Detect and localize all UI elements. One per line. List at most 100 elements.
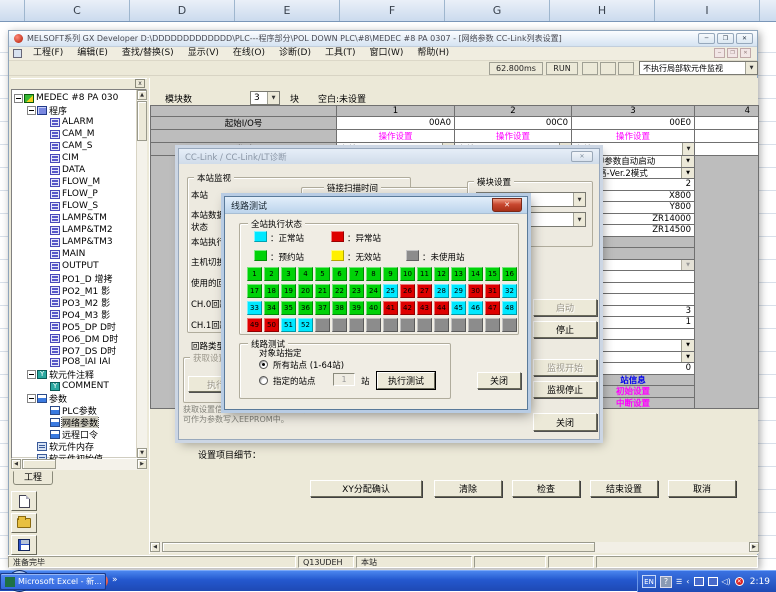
tree-expand-icon[interactable] (27, 106, 36, 115)
tree-item[interactable]: PO5_DP D时 (12, 320, 134, 332)
tree-item[interactable]: 软元件注释 (12, 368, 134, 380)
tree-hscroll-thumb[interactable] (22, 459, 56, 469)
project-tab[interactable]: 工程 (13, 471, 53, 485)
tree-scroll-thumb[interactable] (137, 101, 147, 141)
tree-expand-icon[interactable] (27, 442, 36, 451)
close-icon[interactable]: ✕ (571, 151, 593, 162)
tree-expand-icon[interactable] (27, 370, 36, 379)
tree-expand-icon[interactable] (40, 418, 49, 427)
quicklaunch-overflow-chevron[interactable]: » (112, 575, 118, 585)
link-start-button[interactable]: 启动 (533, 299, 597, 316)
chevron-down-icon[interactable]: ▼ (267, 92, 279, 104)
ime-help-icon[interactable]: ? (660, 576, 672, 588)
tree-expand-icon[interactable] (40, 118, 49, 127)
tree-expand-icon[interactable] (40, 430, 49, 439)
xy-assign-confirm-button[interactable]: XY分配确认 (310, 480, 422, 497)
menu-item[interactable]: 工具(T) (318, 47, 363, 60)
window-titlebar[interactable]: MELSOFT系列 GX Developer D:\DDDDDDDDDDDDD\… (9, 31, 757, 47)
new-project-button[interactable] (11, 491, 37, 511)
tree-item[interactable]: PO4_M3 影 (12, 308, 134, 320)
cancel-button[interactable]: 取消 (668, 480, 736, 497)
monitor-start-button[interactable]: 监视开始 (533, 359, 597, 376)
tree-close-icon[interactable]: x (135, 79, 145, 88)
tree-item[interactable]: MEDEC #8 PA 030 (12, 92, 134, 104)
menu-item[interactable]: 诊断(D) (272, 47, 318, 60)
operation-link-2[interactable]: 操作设置 (455, 130, 572, 143)
tree-item[interactable]: PO6_DM D时 (12, 332, 134, 344)
restore-button[interactable]: ❐ (717, 33, 734, 44)
tree-item[interactable]: COMMENT (12, 380, 134, 392)
scroll-right-icon[interactable]: ▶ (749, 542, 759, 552)
tree-item[interactable]: 远程口令 (12, 428, 134, 440)
tree-expand-icon[interactable] (40, 178, 49, 187)
scroll-right-icon[interactable]: ▶ (137, 459, 147, 469)
tree-item[interactable]: FLOW_S (12, 200, 134, 212)
tree-expand-icon[interactable] (40, 142, 49, 151)
collapse-chevron-icon[interactable]: ‹ (686, 577, 689, 586)
menu-item[interactable]: 查找/替换(S) (115, 47, 181, 60)
menu-item[interactable]: 窗口(W) (362, 47, 410, 60)
tree-item[interactable]: FLOW_P (12, 188, 134, 200)
tree-expand-icon[interactable] (40, 262, 49, 271)
execute-test-button[interactable]: 执行测试 (377, 372, 435, 389)
scroll-up-icon[interactable]: ▲ (137, 90, 147, 100)
tree-expand-icon[interactable] (40, 130, 49, 139)
tree-expand-icon[interactable] (40, 346, 49, 355)
tree-expand-icon[interactable] (40, 358, 49, 367)
tree-item[interactable]: 软元件内存 (12, 440, 134, 452)
tree-item[interactable]: PO3_M2 影 (12, 296, 134, 308)
alert-tray-icon[interactable]: ✕ (735, 577, 744, 586)
tree-item[interactable]: PO8_IAI IAI (12, 356, 134, 368)
menu-item[interactable]: 工程(F) (26, 47, 70, 60)
tree-item[interactable]: LAMP&TM3 (12, 236, 134, 248)
tree-item[interactable]: LAMP&TM (12, 212, 134, 224)
mdi-restore-button[interactable]: ❐ (727, 48, 738, 58)
menu-item[interactable]: 编辑(E) (70, 47, 115, 60)
tree-expand-icon[interactable] (40, 322, 49, 331)
dialog-titlebar[interactable]: CC-Link / CC-Link/LT诊断 ✕ (179, 149, 599, 164)
start-io-cell-3[interactable]: 00E0 (572, 117, 695, 130)
tree-expand-icon[interactable] (40, 286, 49, 295)
tree-expand-icon[interactable] (40, 250, 49, 259)
language-indicator[interactable]: EN (642, 575, 656, 588)
network-icon[interactable] (708, 577, 718, 586)
operation-cell-4[interactable] (695, 130, 759, 143)
tree-expand-icon[interactable] (40, 334, 49, 343)
volume-icon[interactable]: ◁) (722, 577, 731, 586)
tree-item[interactable]: 程序 (12, 104, 134, 116)
module-count-dropdown[interactable]: 3 ▼ (250, 91, 280, 105)
chevron-down-icon[interactable]: ▼ (573, 193, 585, 206)
chevron-down-icon[interactable]: ▼ (573, 213, 585, 226)
tree-expand-icon[interactable] (40, 154, 49, 163)
tree-expand-icon[interactable] (40, 226, 49, 235)
tree-expand-icon[interactable] (40, 274, 49, 283)
mdi-minimize-button[interactable]: ─ (714, 48, 725, 58)
link-stop-button[interactable]: 停止 (533, 321, 597, 338)
menu-item[interactable]: 显示(V) (181, 47, 226, 60)
tree-expand-icon[interactable] (40, 190, 49, 199)
start-io-cell-4[interactable] (695, 117, 759, 130)
open-project-button[interactable] (11, 513, 37, 533)
tree-item[interactable]: PO1_D 增拷 (12, 272, 134, 284)
tree-panel-header[interactable]: x (11, 78, 147, 88)
tree-expand-icon[interactable] (40, 406, 49, 415)
tree-expand-icon[interactable] (27, 394, 36, 403)
tree-item[interactable]: FLOW_M (12, 176, 134, 188)
linetest-close-button[interactable]: 关闭 (477, 372, 521, 389)
minimize-button[interactable]: ─ (698, 33, 715, 44)
main-horizontal-scrollbar[interactable]: ◀ ▶ (150, 542, 759, 553)
tree-item[interactable]: CAM_S (12, 140, 134, 152)
tree-item[interactable]: MAIN (12, 248, 134, 260)
dialog-titlebar[interactable]: 线路测试 ✕ (225, 197, 527, 214)
tree-vertical-scrollbar[interactable]: ▲ ▼ (136, 90, 147, 458)
tree-expand-icon[interactable] (40, 382, 49, 391)
tree-item[interactable]: LAMP&TM2 (12, 224, 134, 236)
keyboard-icon[interactable]: ☰ (676, 578, 682, 586)
chevron-down-icon[interactable]: ▼ (745, 62, 757, 74)
scroll-down-icon[interactable]: ▼ (137, 448, 147, 458)
tree-item[interactable]: 参数 (12, 392, 134, 404)
menu-item[interactable]: 在线(O) (226, 47, 272, 60)
task-button[interactable]: Microsoft Excel - 新... (0, 573, 106, 590)
start-io-cell-1[interactable]: 00A0 (337, 117, 455, 130)
operation-link-3[interactable]: 操作设置 (572, 130, 695, 143)
